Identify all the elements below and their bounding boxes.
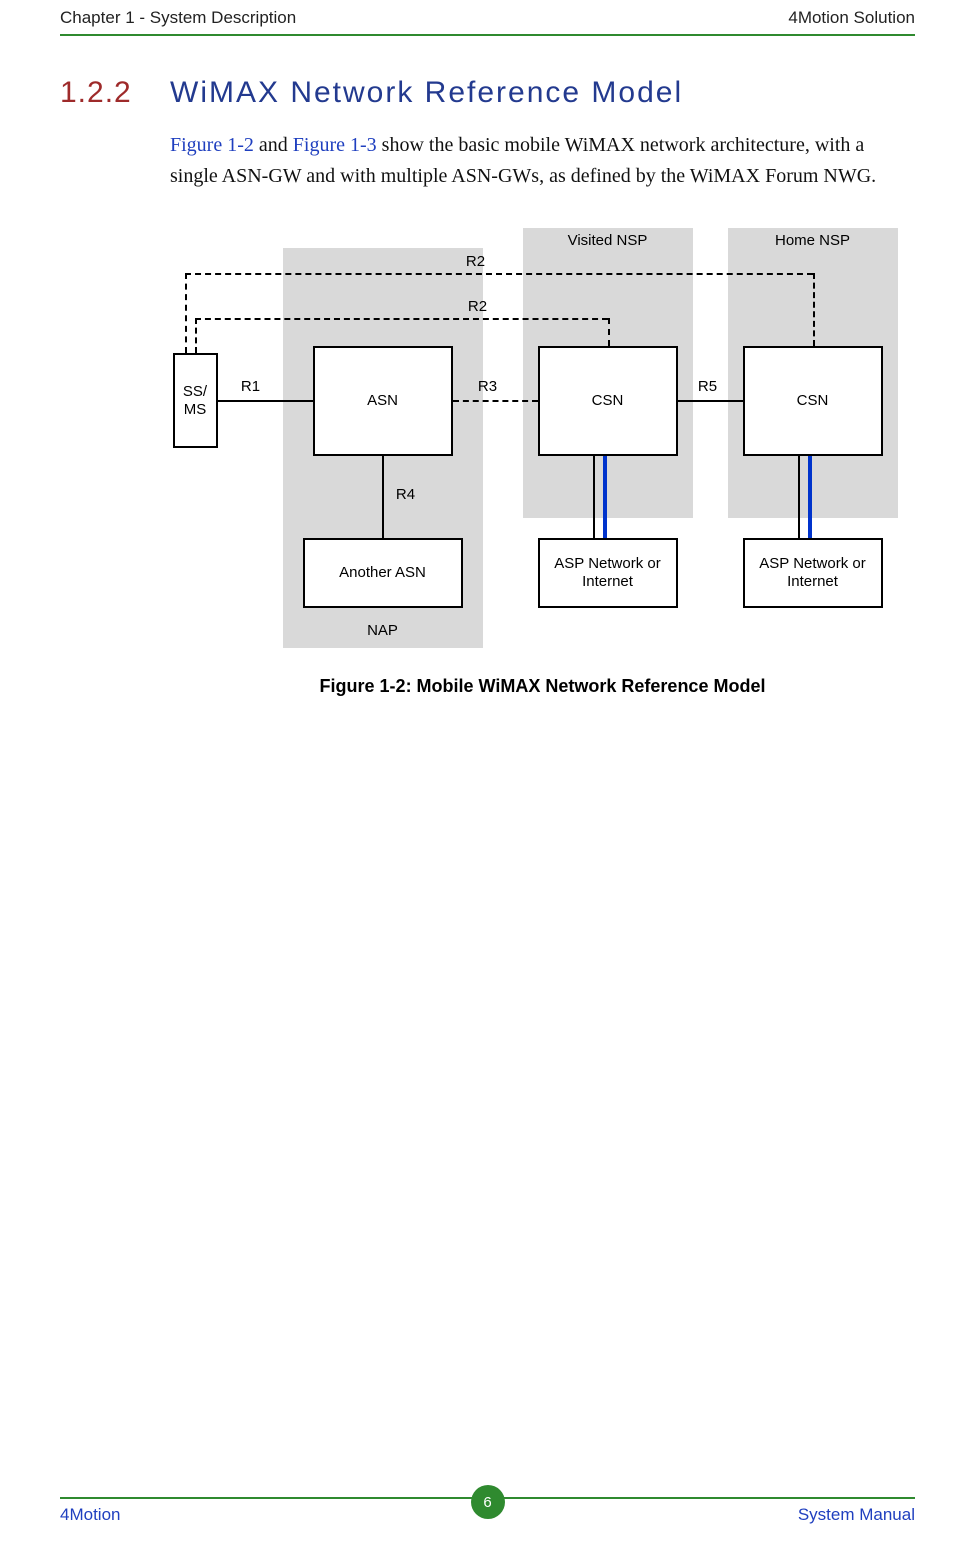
ssms-box: SS/ MS (173, 353, 218, 448)
nap-label: NAP (348, 622, 418, 639)
header-left: Chapter 1 - System Description (60, 8, 296, 28)
page-header: Chapter 1 - System Description 4Motion S… (60, 0, 915, 34)
figure-link-1-3[interactable]: Figure 1-3 (293, 134, 377, 156)
r3-line (453, 400, 538, 402)
header-right: 4Motion Solution (788, 8, 915, 28)
body-mid1: and (254, 134, 293, 156)
r5-label: R5 (693, 378, 723, 395)
footer-right: System Manual (798, 1505, 915, 1525)
page-footer: 4Motion 6 System Manual (0, 1497, 975, 1525)
csn2-asp2-blue (808, 456, 812, 538)
csn2-asp2-line (798, 456, 800, 538)
home-nsp-label: Home NSP (758, 232, 868, 249)
r2b-v2 (608, 318, 610, 346)
r2b-v (195, 318, 197, 353)
asn-box: ASN (313, 346, 453, 456)
r4-line (382, 456, 384, 538)
r5-line (678, 400, 743, 402)
r2b-label: R2 (463, 298, 493, 315)
r2b-h (195, 318, 608, 320)
csn1-asp1-blue (603, 456, 607, 538)
section-title: WiMAX Network Reference Model (170, 76, 683, 110)
figure-link-1-2[interactable]: Figure 1-2 (170, 134, 254, 156)
r1-label: R1 (236, 378, 266, 395)
r2a-h (185, 273, 813, 275)
figure-caption: Figure 1-2: Mobile WiMAX Network Referen… (170, 676, 915, 697)
r2a-v2 (813, 273, 815, 346)
figure-1-2: Visited NSP Home NSP NAP SS/ MS ASN CSN … (170, 218, 915, 697)
csn1-box: CSN (538, 346, 678, 456)
another-asn-box: Another ASN (303, 538, 463, 608)
r3-label: R3 (473, 378, 503, 395)
r1-line (218, 400, 313, 402)
body-paragraph: Figure 1-2 and Figure 1-3 show the basic… (170, 130, 915, 192)
r4-label: R4 (391, 486, 421, 503)
r2a-v (185, 273, 187, 353)
diagram: Visited NSP Home NSP NAP SS/ MS ASN CSN … (173, 218, 913, 658)
csn2-box: CSN (743, 346, 883, 456)
visited-nsp-label: Visited NSP (553, 232, 663, 249)
header-rule (60, 34, 915, 36)
footer-left: 4Motion (60, 1505, 120, 1525)
section-heading: 1.2.2 WiMAX Network Reference Model (60, 76, 915, 110)
csn1-asp1-line (593, 456, 595, 538)
asp1-box: ASP Network or Internet (538, 538, 678, 608)
section-number: 1.2.2 (60, 76, 170, 110)
r2a-label: R2 (461, 253, 491, 270)
page-number-badge: 6 (471, 1485, 505, 1519)
asp2-box: ASP Network or Internet (743, 538, 883, 608)
